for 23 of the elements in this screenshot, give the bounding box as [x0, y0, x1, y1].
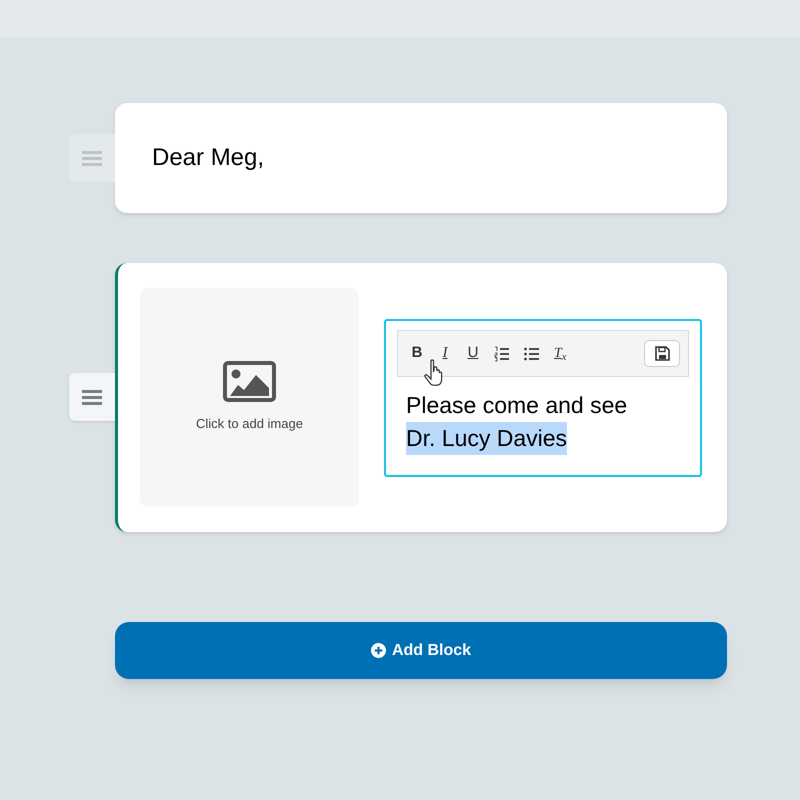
text-editor[interactable]: B I U T$_{x}$ Please come and see Dr. Lucy Davies [384, 319, 702, 477]
numbered-list-button[interactable] [494, 346, 510, 362]
drag-handle[interactable] [69, 373, 115, 421]
drag-handle[interactable] [69, 134, 115, 182]
plus-circle-icon [370, 643, 386, 658]
italic-button[interactable]: I [438, 342, 452, 365]
menu-icon [82, 390, 102, 404]
save-button[interactable] [644, 340, 680, 367]
image-placeholder[interactable]: Click to add image [140, 288, 359, 507]
editor-text: Please come and see [406, 391, 628, 420]
add-block-button[interactable]: Add Block [115, 622, 727, 679]
image-caption: Click to add image [196, 415, 303, 434]
underline-button[interactable]: U [466, 342, 480, 365]
numbered-list-icon [494, 346, 510, 362]
menu-icon [82, 150, 102, 166]
clear-format-button[interactable]: T$_{x}$ [554, 343, 566, 364]
bold-button[interactable]: B [410, 342, 424, 365]
save-icon [654, 346, 670, 361]
block-text: Dear Meg, [152, 143, 264, 173]
editor-text: Dr. Lucy Davies [406, 422, 568, 455]
bullet-list-button[interactable] [524, 346, 540, 362]
bullet-list-icon [524, 346, 540, 362]
image-icon [223, 361, 276, 402]
